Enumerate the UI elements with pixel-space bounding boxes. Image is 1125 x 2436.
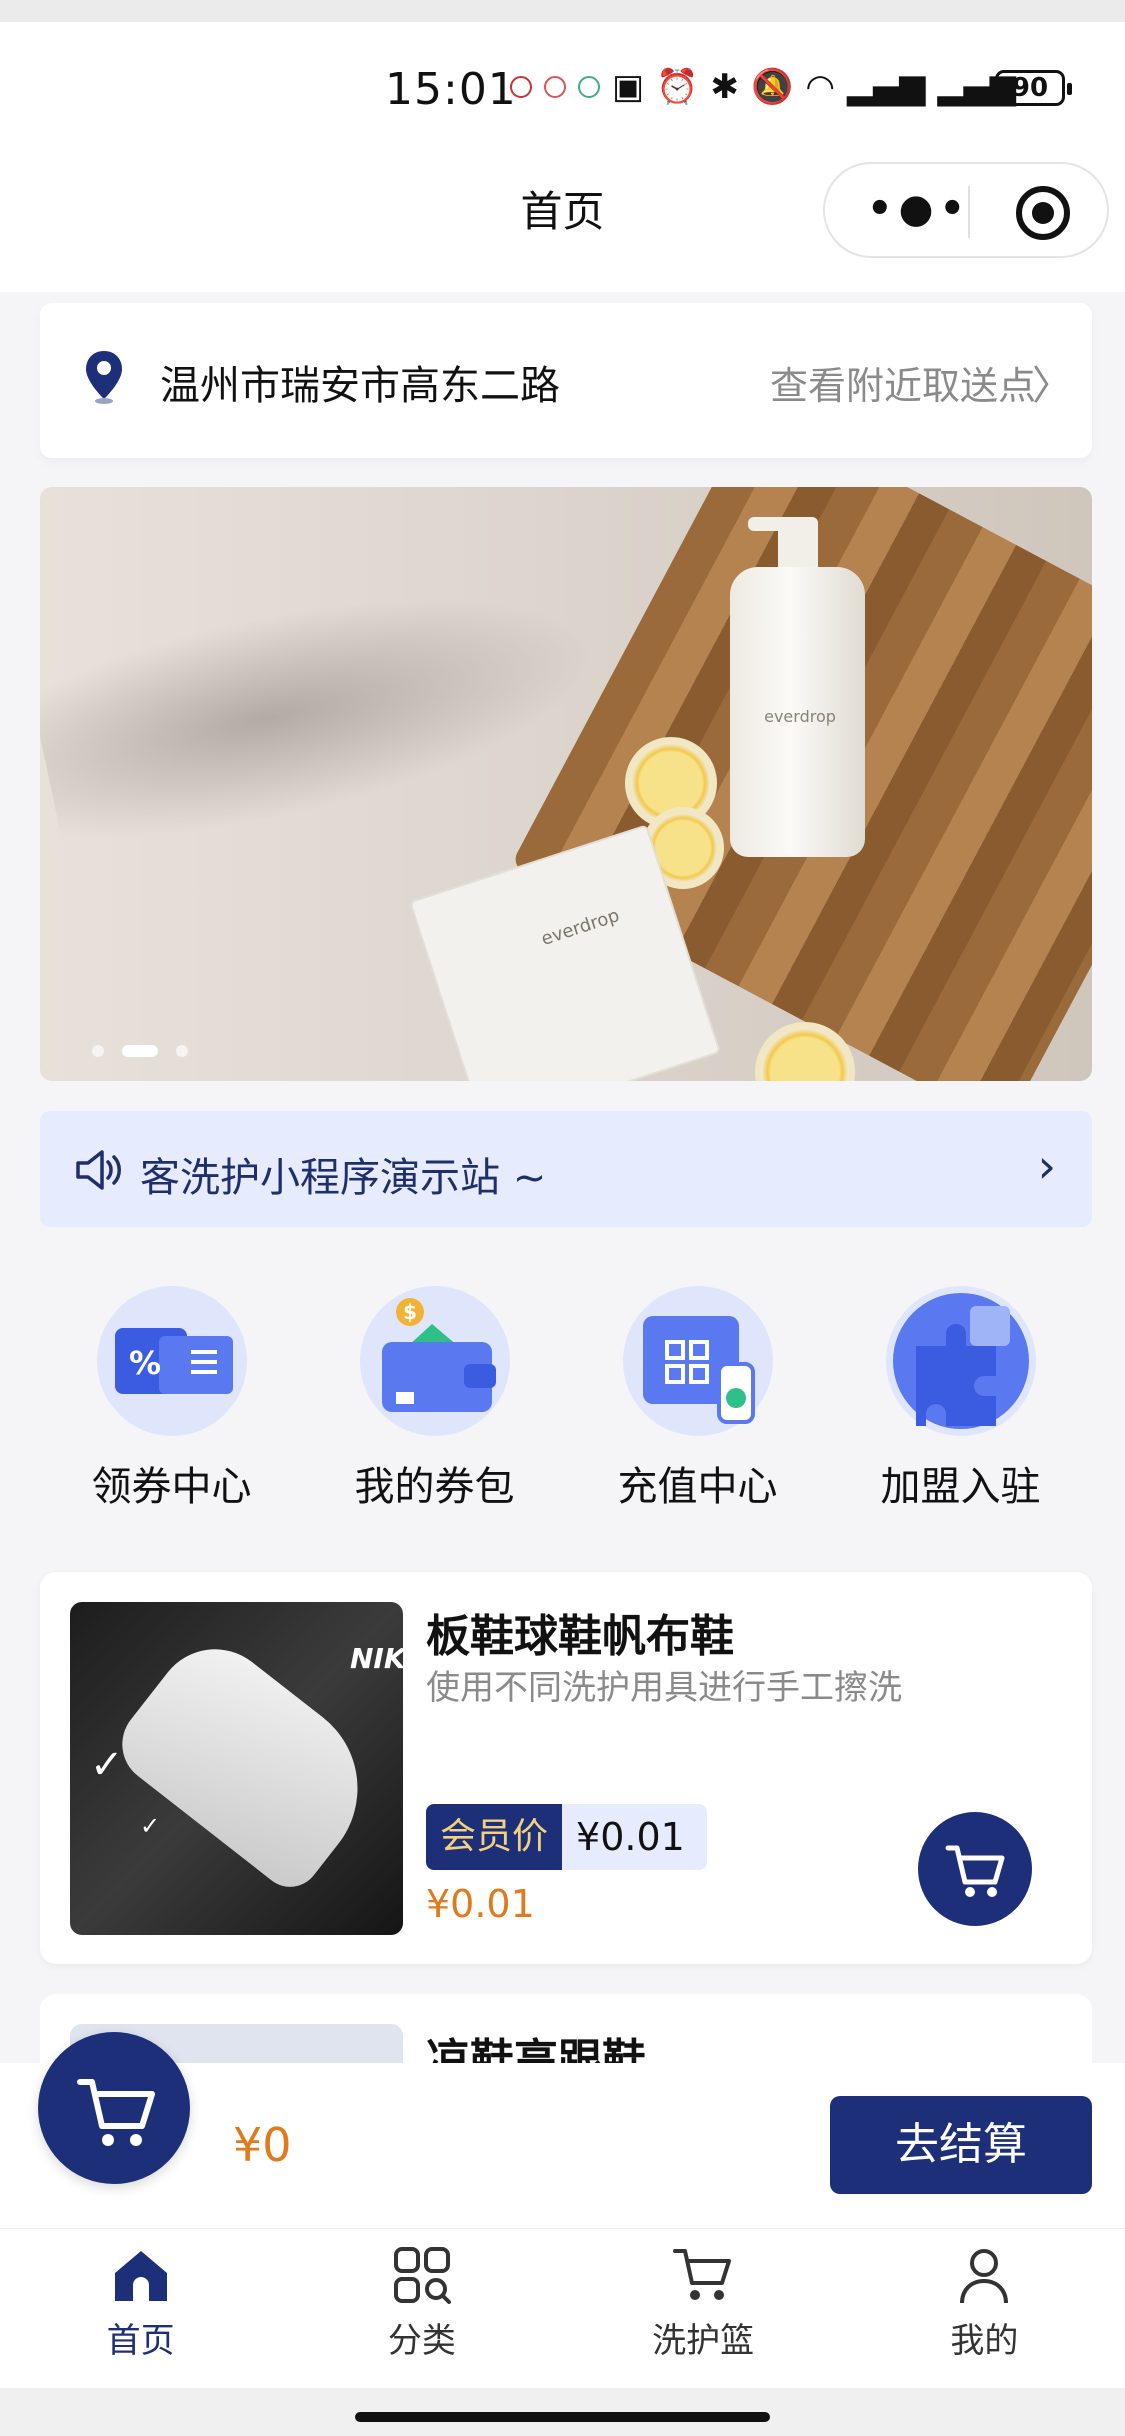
tab-profile[interactable]: 我的 xyxy=(844,2229,1125,2388)
cart-icon xyxy=(77,2079,155,2146)
tab-home[interactable]: 首页 xyxy=(0,2229,281,2388)
grid-label: 充值中心 xyxy=(617,1464,778,1510)
battery-icon: 90 xyxy=(995,70,1072,106)
member-price-badge: 会员价 ¥0.01 xyxy=(426,1804,707,1870)
bluetooth-icon: ✱ xyxy=(710,67,739,107)
nearby-points-link[interactable]: 查看附近取送点 xyxy=(770,355,1036,410)
home-indicator[interactable] xyxy=(355,2412,770,2422)
product-price: ¥0.01 xyxy=(426,1882,535,1926)
plant-shadow xyxy=(40,550,615,864)
nfc-icon: ▣ xyxy=(612,67,645,107)
top-strip xyxy=(0,0,1125,22)
location-card[interactable]: 温州市瑞安市高东二路 查看附近取送点 〉 xyxy=(40,303,1092,458)
pagination-dot-active[interactable] xyxy=(122,1045,158,1057)
app-notification-icon xyxy=(578,76,600,98)
chevron-right-icon: › xyxy=(1037,1139,1056,1193)
pagination-dot[interactable] xyxy=(92,1045,104,1057)
product-card[interactable]: NIKE ✓ ✓ 板鞋球鞋帆布鞋 使用不同洗护用具进行手工擦洗 会员价 ¥0.0… xyxy=(40,1572,1092,1964)
cart-icon xyxy=(945,1845,1005,1897)
current-address: 温州市瑞安市高东二路 xyxy=(160,363,560,409)
svg-text:%: % xyxy=(129,1344,161,1382)
basket-button[interactable] xyxy=(38,2032,190,2184)
coupon-icon: % xyxy=(96,1286,247,1436)
quick-entry-grid: % 领券中心 $ 我的券包 充值中心 加盟入驻 xyxy=(40,1280,1092,1540)
grid-label: 领券中心 xyxy=(91,1464,252,1510)
signal-4g-icon: ▂▄▆ xyxy=(846,67,926,107)
recharge-icon xyxy=(622,1286,773,1436)
wifi-icon: ◠ xyxy=(805,67,835,107)
more-icon[interactable]: •●• xyxy=(867,189,971,229)
status-time: 15:01 xyxy=(385,64,517,115)
grid-label: 加盟入驻 xyxy=(880,1464,1041,1510)
tab-label: 洗护篮 xyxy=(652,2321,755,2361)
status-icons: ▣ ⏰ ✱ 🔕 ◠ ▂▄▆ ▂▄▆ xyxy=(510,70,1016,104)
add-to-cart-button[interactable] xyxy=(918,1812,1032,1926)
member-tag: 会员价 xyxy=(426,1804,563,1870)
app-notification-icon xyxy=(544,76,566,98)
app-notification-icon xyxy=(510,76,532,98)
miniprogram-capsule: •●• xyxy=(823,162,1109,258)
swoosh-icon: ✓ xyxy=(140,1812,161,1840)
status-bar: 15:01 ▣ ⏰ ✱ 🔕 ◠ ▂▄▆ ▂▄▆ 90 xyxy=(0,58,1125,128)
wallet-icon: $ xyxy=(359,1286,510,1436)
tab-label: 分类 xyxy=(387,2321,456,2361)
grid-item-my-coupons[interactable]: $ 我的券包 xyxy=(325,1280,545,1540)
tab-basket[interactable]: 洗护篮 xyxy=(563,2229,844,2388)
tab-bar: 首页 分类 洗护篮 我的 xyxy=(0,2228,1125,2388)
speaker-icon xyxy=(76,1150,121,1190)
notice-bar[interactable]: 客洗护小程序演示站 ~ › xyxy=(40,1111,1092,1227)
grid-item-coupon-center[interactable]: % 领券中心 xyxy=(62,1280,282,1540)
promo-banner[interactable]: everdrop everdrop xyxy=(40,487,1092,1081)
profile-icon xyxy=(960,2249,1009,2304)
category-icon xyxy=(393,2247,451,2304)
cart-icon xyxy=(673,2249,732,2300)
close-miniprogram-icon[interactable] xyxy=(1016,186,1070,240)
swoosh-icon: ✓ xyxy=(90,1742,124,1788)
tab-label: 我的 xyxy=(950,2321,1019,2361)
product-title: 板鞋球鞋帆布鞋 xyxy=(426,1611,734,1662)
location-pin-icon xyxy=(86,351,122,404)
notice-text: 客洗护小程序演示站 ~ xyxy=(140,1155,547,1201)
tab-category[interactable]: 分类 xyxy=(281,2229,562,2388)
chevron-right-icon: 〉 xyxy=(1032,363,1072,409)
alarm-icon: ⏰ xyxy=(656,67,699,107)
grid-label: 我的券包 xyxy=(354,1464,515,1510)
cart-total: ¥0 xyxy=(233,2118,292,2172)
capsule-divider xyxy=(968,186,970,238)
product-subtitle: 使用不同洗护用具进行手工擦洗 xyxy=(426,1668,902,1708)
checkout-button[interactable]: 去结算 xyxy=(830,2096,1092,2194)
member-price: ¥0.01 xyxy=(562,1804,707,1870)
mute-icon: 🔕 xyxy=(750,67,794,107)
product-image: NIKE ✓ ✓ xyxy=(70,1602,403,1935)
bottle-brand: everdrop xyxy=(764,707,836,726)
svg-text:$: $ xyxy=(403,1300,417,1324)
grid-item-franchise[interactable]: 加盟入驻 xyxy=(851,1280,1071,1540)
home-icon xyxy=(114,2251,167,2301)
pagination-dot[interactable] xyxy=(176,1045,188,1057)
brand-logo: NIKE xyxy=(350,1642,403,1675)
tab-label: 首页 xyxy=(106,2321,175,2361)
grid-item-recharge-center[interactable]: 充值中心 xyxy=(588,1280,808,1540)
puzzle-icon xyxy=(885,1286,1036,1436)
banner-pagination xyxy=(92,1045,188,1057)
